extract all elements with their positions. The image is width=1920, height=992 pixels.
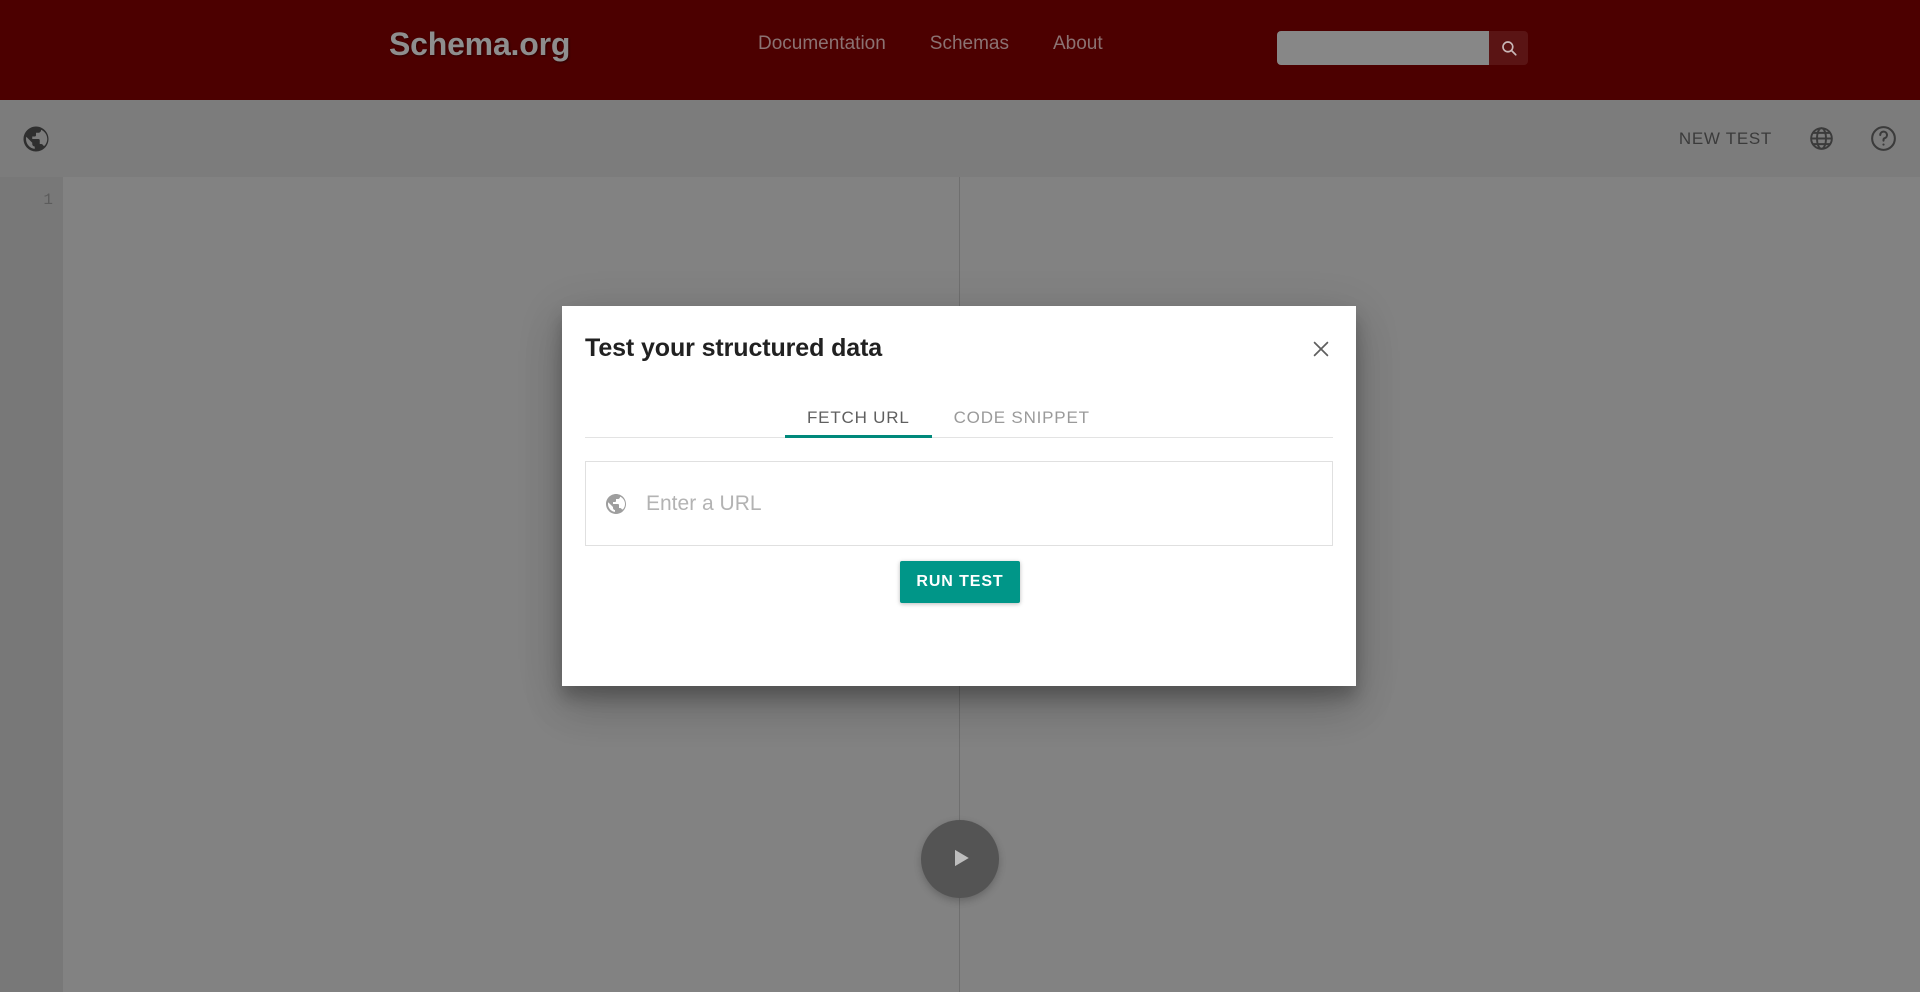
close-icon[interactable] bbox=[1304, 332, 1338, 366]
language-globe-icon[interactable] bbox=[1804, 122, 1838, 156]
app-toolbar: NEW TEST bbox=[0, 100, 1920, 177]
dialog-title: Test your structured data bbox=[585, 334, 883, 362]
app-root: Schema.org Documentation Schemas About N… bbox=[0, 0, 1920, 992]
site-search bbox=[1277, 31, 1528, 65]
globe-icon[interactable] bbox=[20, 123, 52, 155]
search-icon bbox=[1500, 39, 1518, 57]
nav-item-schemas[interactable]: Schemas bbox=[930, 33, 1009, 55]
site-logo[interactable]: Schema.org bbox=[389, 26, 570, 63]
new-test-button[interactable]: NEW TEST bbox=[1675, 121, 1776, 157]
tab-code-snippet[interactable]: CODE SNIPPET bbox=[932, 386, 1112, 438]
site-nav: Documentation Schemas About bbox=[758, 33, 1103, 55]
play-icon bbox=[945, 843, 975, 876]
tab-fetch-url[interactable]: FETCH URL bbox=[785, 386, 932, 438]
search-button[interactable] bbox=[1489, 31, 1528, 65]
gutter-line-number: 1 bbox=[43, 191, 53, 209]
toolbar-actions: NEW TEST bbox=[1675, 100, 1900, 177]
run-play-fab-button[interactable] bbox=[921, 820, 999, 898]
globe-icon bbox=[604, 492, 628, 516]
run-test-button[interactable]: RUN TEST bbox=[900, 561, 1020, 603]
url-input[interactable] bbox=[646, 483, 1332, 524]
editor-gutter: 1 bbox=[0, 177, 63, 992]
dialog-tabs: FETCH URL CODE SNIPPET bbox=[585, 386, 1333, 438]
site-header: Schema.org Documentation Schemas About bbox=[0, 0, 1920, 100]
url-input-field[interactable] bbox=[585, 461, 1333, 546]
nav-item-documentation[interactable]: Documentation bbox=[758, 33, 886, 55]
help-circle-icon[interactable] bbox=[1866, 122, 1900, 156]
test-structured-data-dialog: Test your structured data FETCH URL CODE… bbox=[562, 306, 1356, 686]
nav-item-about[interactable]: About bbox=[1053, 33, 1103, 55]
tabs-spacer bbox=[585, 386, 785, 437]
search-input[interactable] bbox=[1277, 31, 1489, 65]
